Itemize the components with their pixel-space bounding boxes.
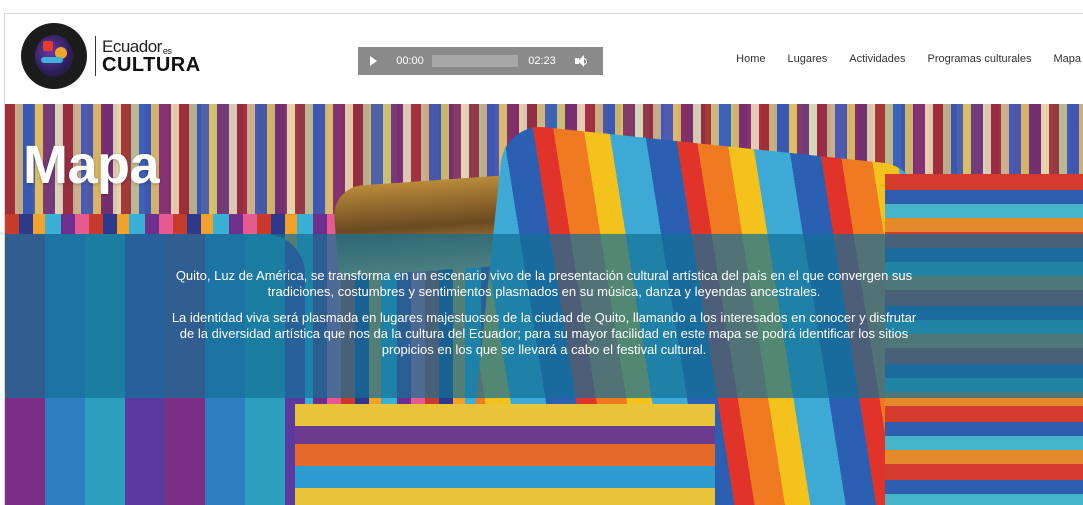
nav-item-programas-culturales[interactable]: Programas culturales bbox=[928, 53, 1032, 65]
nav-item-lugares[interactable]: Lugares bbox=[788, 53, 828, 65]
progress-track[interactable] bbox=[432, 55, 518, 67]
nav-item-mapa[interactable]: Mapa bbox=[1053, 53, 1081, 65]
main-nav: Home Lugares Actividades Programas cultu… bbox=[736, 53, 1081, 65]
play-button[interactable] bbox=[358, 47, 388, 75]
play-icon bbox=[369, 56, 377, 66]
logo-bottom-text: CULTURA bbox=[102, 53, 201, 76]
current-time: 00:00 bbox=[396, 55, 424, 67]
nav-item-actividades[interactable]: Actividades bbox=[849, 53, 905, 65]
logo-divider bbox=[95, 36, 96, 76]
nav-item-home[interactable]: Home bbox=[736, 53, 765, 65]
page-frame: Ecuadores CULTURA 00:00 02:23 Home Lugar… bbox=[4, 13, 1083, 505]
logo-badge-icon bbox=[21, 23, 87, 89]
site-header: Ecuadores CULTURA 00:00 02:23 Home Lugar… bbox=[5, 14, 1083, 104]
logo-top-text: Ecuadores bbox=[102, 36, 172, 56]
intro-paragraph-1: Quito, Luz de América, se transforma en … bbox=[175, 268, 913, 299]
audio-player: 00:00 02:23 bbox=[358, 47, 603, 75]
volume-icon bbox=[575, 55, 584, 67]
duration-time: 02:23 bbox=[528, 55, 556, 67]
intro-overlay: Quito, Luz de América, se transforma en … bbox=[5, 234, 1083, 398]
volume-button[interactable] bbox=[566, 47, 596, 75]
hero-banner: Mapa Quito, Luz de América, se transform… bbox=[5, 104, 1083, 505]
page-title: Mapa bbox=[23, 135, 160, 195]
intro-paragraph-2: La identidad viva será plasmada en lugar… bbox=[171, 310, 917, 357]
site-logo[interactable]: Ecuadores CULTURA bbox=[21, 23, 201, 89]
logo-text: Ecuadores CULTURA bbox=[102, 38, 201, 75]
